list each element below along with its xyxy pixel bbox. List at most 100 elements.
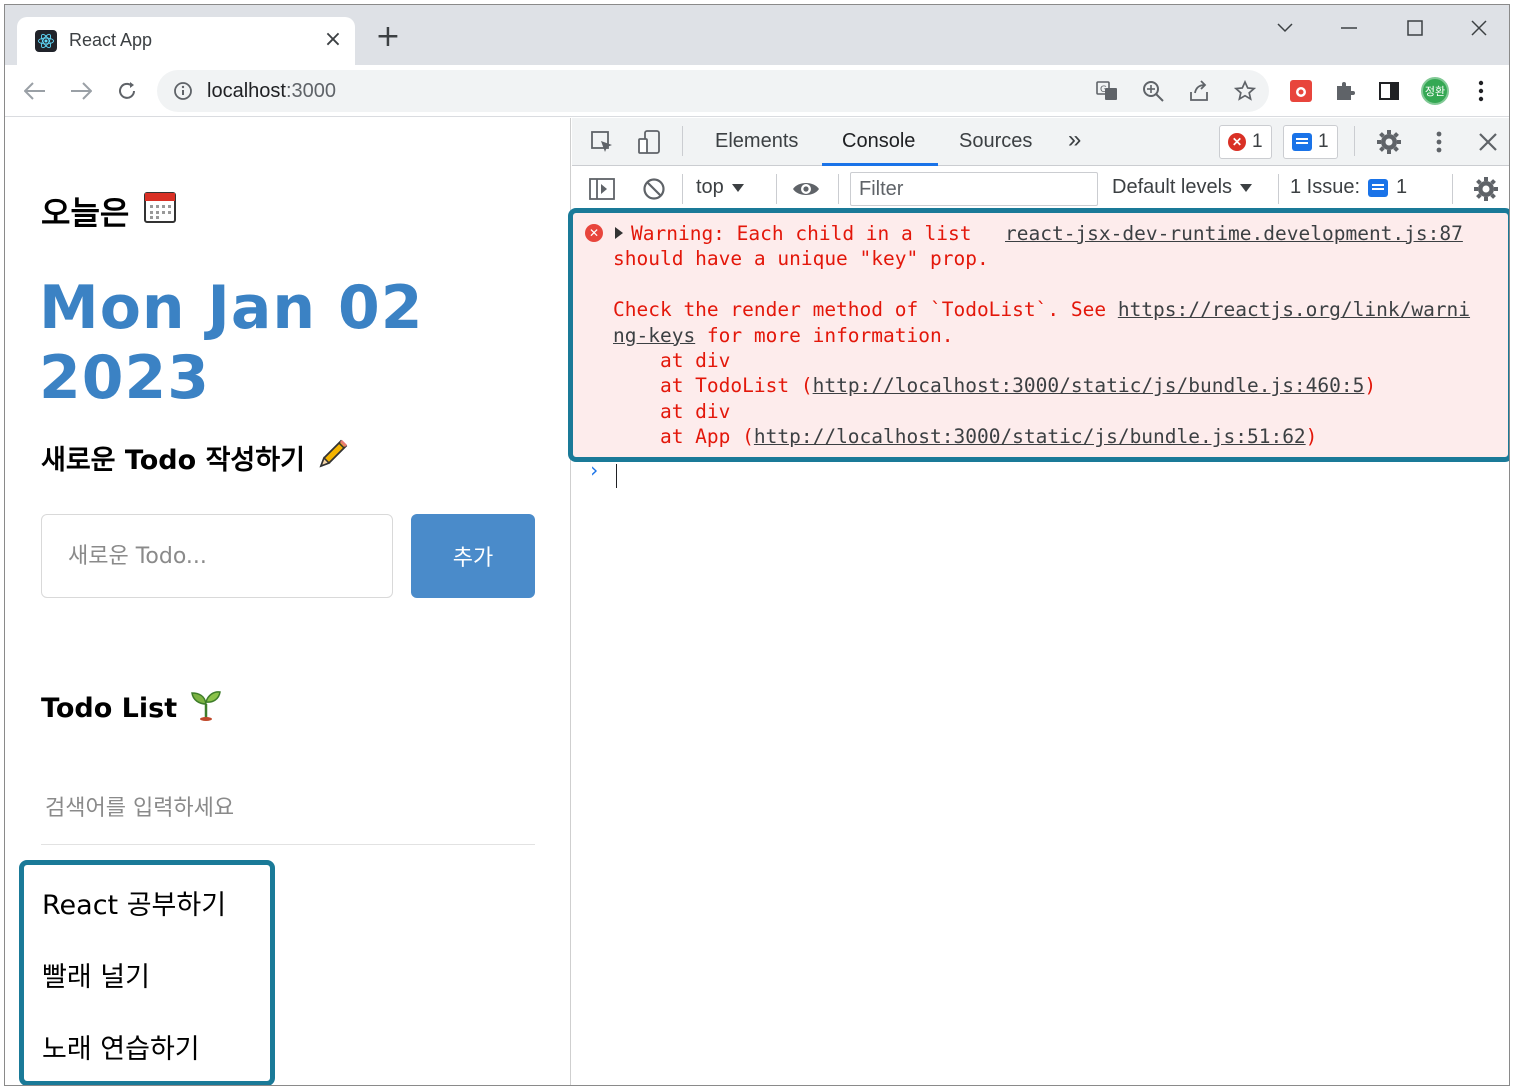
page-viewport: 오늘은 Mon Jan 02 2023 새로운 Todo 작성하기 추가 Tod… — [5, 118, 571, 1085]
context-value: top — [696, 176, 724, 198]
forward-arrow-icon[interactable] — [65, 75, 97, 107]
todo-list-heading-text: Todo List — [41, 693, 178, 724]
more-tabs-icon[interactable]: » — [1068, 126, 1081, 154]
new-todo-heading: 새로운 Todo 작성하기 — [41, 438, 349, 477]
close-devtools-icon[interactable] — [1474, 128, 1502, 156]
stack-source-link[interactable]: http://localhost:3000/static/js/bundle.j… — [813, 374, 1365, 397]
stack-line-end: ) — [1364, 374, 1377, 398]
console-settings-gear-icon[interactable] — [1472, 175, 1500, 203]
today-date: Mon Jan 02 2023 — [39, 273, 424, 413]
issue-message-icon — [1368, 178, 1389, 197]
browser-window: React App × + localhost:3000 G 정환 오늘은 Mo… — [4, 4, 1510, 1086]
error-line-2: should have a unique "key" prop. — [613, 247, 989, 271]
log-levels-value: Default levels — [1112, 176, 1233, 198]
new-todo-heading-text: 새로운 Todo 작성하기 — [41, 445, 305, 476]
console-error-message[interactable]: ✕ Warning: Each child in a list should h… — [568, 208, 1509, 462]
dropdown-triangle-icon — [731, 183, 744, 192]
seedling-icon — [189, 688, 223, 729]
address-bar[interactable]: localhost:3000 G — [157, 70, 1269, 112]
browser-tab[interactable]: React App × — [17, 17, 355, 65]
message-counter[interactable]: 1 — [1283, 125, 1338, 159]
dropdown-triangle-icon — [1240, 183, 1253, 192]
console-separator — [682, 174, 683, 204]
console-input-caret[interactable] — [616, 464, 617, 488]
error-count: 1 — [1252, 131, 1263, 152]
issues-button[interactable]: 1 Issue: 1 — [1290, 176, 1407, 199]
message-count: 1 — [1318, 131, 1329, 152]
stack-line: at div — [613, 399, 731, 423]
close-window-icon[interactable] — [1459, 13, 1499, 43]
new-todo-input[interactable] — [41, 514, 393, 598]
error-line-1: Warning: Each child in a list — [631, 222, 972, 245]
settings-gear-icon[interactable] — [1375, 128, 1403, 156]
maximize-icon[interactable] — [1395, 13, 1435, 43]
context-select[interactable]: top — [696, 176, 744, 199]
show-sidebar-icon[interactable] — [588, 175, 616, 203]
stack-line: at div — [613, 349, 731, 373]
stack-source-link[interactable]: http://localhost:3000/static/js/bundle.j… — [754, 425, 1306, 448]
search-input[interactable] — [41, 773, 535, 845]
console-separator — [1278, 174, 1279, 204]
issues-label: 1 Issue: — [1290, 176, 1361, 198]
profile-avatar[interactable]: 정환 — [1421, 77, 1449, 105]
pencil-icon — [317, 438, 349, 477]
zoom-icon[interactable] — [1141, 79, 1165, 103]
side-panel-icon[interactable] — [1375, 77, 1403, 105]
browser-toolbar: localhost:3000 G 정환 — [5, 65, 1509, 117]
today-heading-text: 오늘은 — [41, 194, 130, 232]
error-source-link[interactable]: react-jsx-dev-runtime.development.js:87 — [1005, 221, 1463, 246]
console-toolbar: top Default levels 1 Issue: 1 — [572, 166, 1509, 212]
tab-title: React App — [69, 30, 153, 50]
tab-search-icon[interactable] — [1265, 13, 1305, 43]
error-counter[interactable]: ✕ 1 — [1219, 125, 1272, 159]
log-levels-select[interactable]: Default levels — [1112, 176, 1253, 199]
share-icon[interactable] — [1187, 79, 1211, 103]
stack-line: at App ( — [613, 425, 754, 449]
error-line-3: Check the render method of `TodoList`. S… — [613, 298, 1118, 322]
todo-list: React 공부하기 빨래 널기 노래 연습하기 — [19, 860, 275, 1085]
error-icon: ✕ — [1228, 133, 1246, 151]
minimize-icon[interactable] — [1329, 13, 1369, 43]
devtools-tabbar: Elements Console Sources » ✕ 1 1 — [572, 118, 1509, 166]
bookmark-star-icon[interactable] — [1233, 79, 1257, 103]
site-info-icon[interactable] — [173, 81, 193, 101]
devtools-panel: Elements Console Sources » ✕ 1 1 top Fil… — [568, 118, 1509, 1085]
device-toolbar-icon[interactable] — [636, 128, 664, 156]
new-tab-button[interactable]: + — [373, 22, 403, 53]
todo-item[interactable]: React 공부하기 — [42, 883, 226, 922]
error-text: Warning: Each child in a list should hav… — [613, 221, 1473, 450]
todo-list-heading: Todo List — [41, 688, 223, 729]
error-line-4: for more information. — [695, 323, 954, 347]
tab-sources[interactable]: Sources — [959, 130, 1032, 153]
console-filter-input[interactable] — [850, 172, 1098, 206]
stack-line: at TodoList ( — [613, 374, 813, 398]
more-vertical-icon[interactable] — [1467, 77, 1495, 105]
back-arrow-icon[interactable] — [19, 75, 51, 107]
tab-close-icon[interactable]: × — [321, 28, 345, 52]
live-expression-eye-icon[interactable] — [792, 175, 820, 203]
extension-bug-icon[interactable] — [1287, 77, 1315, 105]
today-heading: 오늘은 — [41, 188, 177, 234]
clear-console-icon[interactable] — [640, 175, 668, 203]
todo-item[interactable]: 빨래 널기 — [42, 955, 150, 994]
add-todo-button[interactable]: 추가 — [411, 514, 535, 598]
message-icon — [1292, 133, 1312, 151]
tabbar-separator — [1354, 126, 1355, 156]
docs-link-continued[interactable]: ng-keys — [613, 324, 695, 347]
calendar-icon — [143, 190, 177, 232]
todo-item[interactable]: 노래 연습하기 — [42, 1027, 200, 1066]
extensions-puzzle-icon[interactable] — [1331, 77, 1359, 105]
inspect-element-icon[interactable] — [588, 128, 616, 156]
tab-console[interactable]: Console — [842, 130, 915, 153]
url-port: :3000 — [285, 80, 336, 102]
reload-icon[interactable] — [111, 75, 143, 107]
stack-line-end: ) — [1305, 425, 1318, 449]
error-circle-icon: ✕ — [585, 224, 603, 242]
react-favicon-icon — [35, 30, 57, 52]
console-prompt-icon: › — [588, 458, 601, 482]
tab-elements[interactable]: Elements — [715, 130, 798, 153]
docs-link[interactable]: https://reactjs.org/link/warni — [1118, 298, 1470, 321]
devtools-more-icon[interactable] — [1425, 128, 1453, 156]
translate-icon[interactable]: G — [1095, 79, 1119, 103]
console-separator — [838, 174, 839, 204]
